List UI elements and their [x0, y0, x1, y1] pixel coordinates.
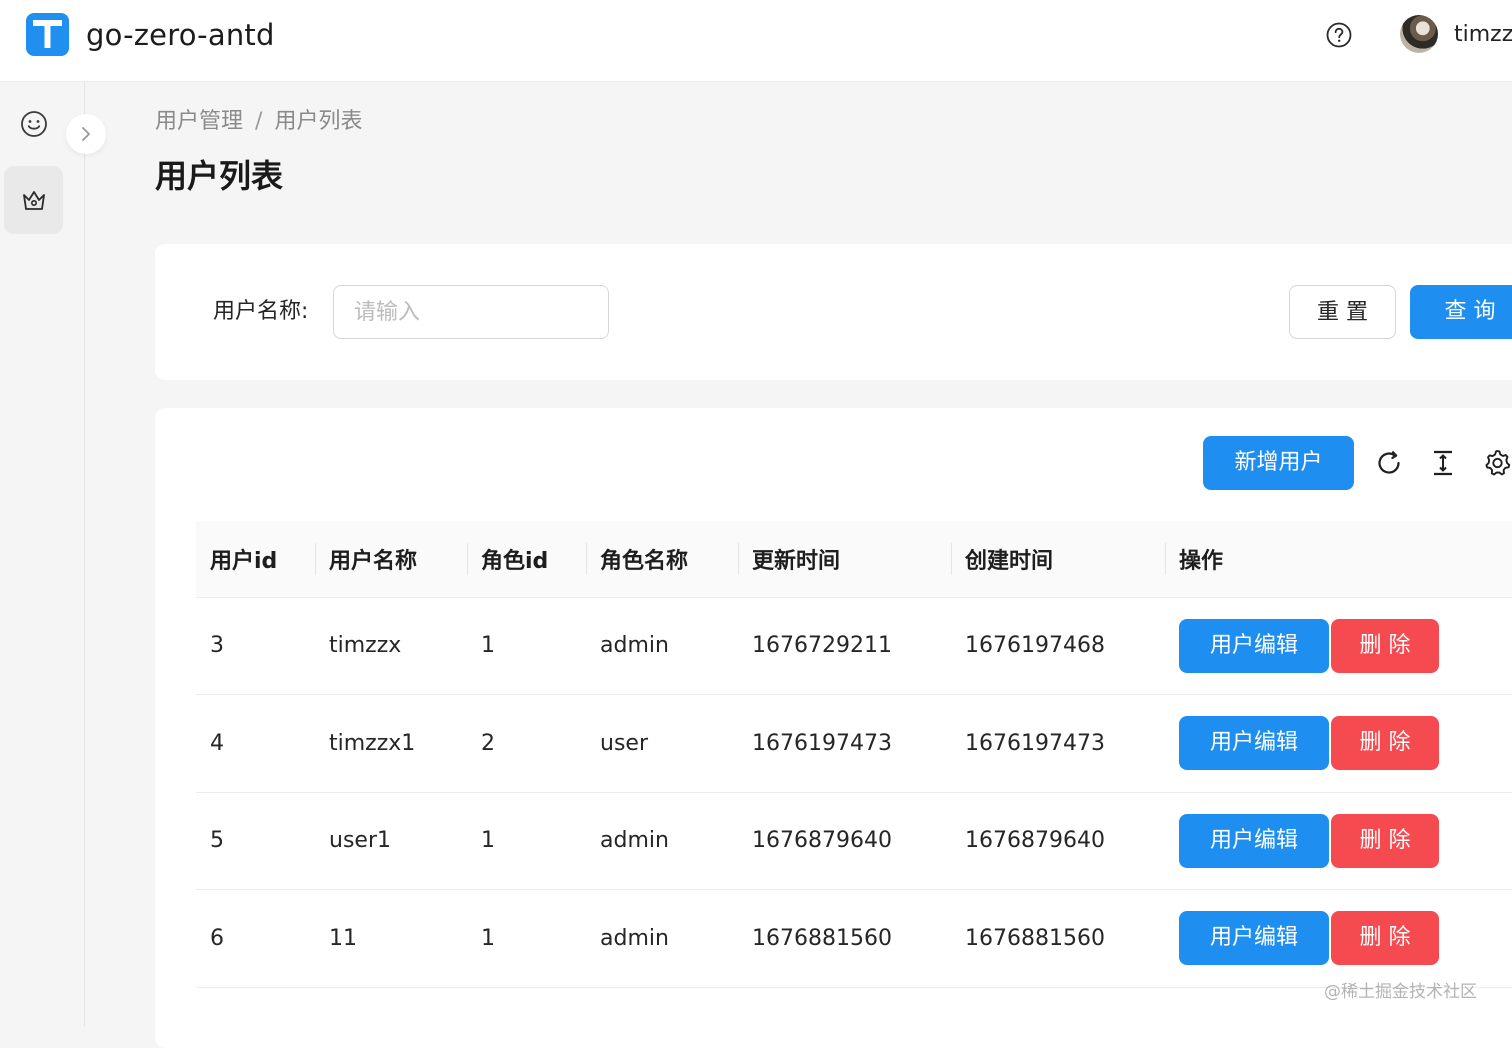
- user-avatar[interactable]: [1400, 15, 1438, 53]
- delete-user-button[interactable]: 删 除: [1331, 911, 1439, 966]
- app-logo[interactable]: T: [26, 13, 69, 56]
- column-header: 操作: [1165, 521, 1512, 598]
- cell-user-name: timzzx1: [315, 694, 467, 793]
- cell-user-id: 6: [196, 889, 315, 988]
- table-row: 5 user1 1 admin 1676879640 1676879640 用户…: [196, 792, 1512, 890]
- column-header[interactable]: 角色id: [467, 521, 586, 598]
- username-filter-input[interactable]: [333, 285, 609, 339]
- cell-actions: 用户编辑删 除: [1165, 889, 1512, 988]
- cell-role-name: admin: [586, 792, 738, 890]
- table-row: 3 timzzx 1 admin 1676729211 1676197468 用…: [196, 597, 1512, 695]
- smile-icon: [21, 111, 47, 137]
- cell-role-id: 2: [467, 694, 586, 793]
- breadcrumb-item-user-list: 用户列表: [274, 109, 363, 134]
- breadcrumb-separator: /: [255, 109, 263, 134]
- edit-user-button[interactable]: 用户编辑: [1179, 911, 1329, 966]
- cell-user-id: 4: [196, 694, 315, 793]
- cell-user-name: user1: [315, 792, 467, 890]
- cell-role-id: 1: [467, 597, 586, 695]
- cell-updated-time: 1676881560: [738, 889, 951, 988]
- cell-user-name: 11: [315, 889, 467, 988]
- delete-user-button[interactable]: 删 除: [1331, 716, 1439, 771]
- cell-updated-time: 1676879640: [738, 792, 951, 890]
- cell-role-name: admin: [586, 889, 738, 988]
- cell-user-id: 3: [196, 597, 315, 695]
- app-title[interactable]: go-zero-antd: [86, 16, 275, 54]
- sider-item-welcome[interactable]: [4, 90, 63, 158]
- cell-role-name: admin: [586, 597, 738, 695]
- user-table: 用户id 用户名称 角色id 角色名称 更新时间 创建时间 操作 3 timzz…: [196, 521, 1512, 988]
- reload-icon[interactable]: [1374, 448, 1404, 478]
- watermark: @稀土掘金技术社区: [1324, 982, 1477, 1002]
- query-button[interactable]: 查 询: [1410, 285, 1512, 339]
- cell-actions: 用户编辑删 除: [1165, 597, 1512, 695]
- cell-actions: 用户编辑删 除: [1165, 694, 1512, 793]
- sider-collapse-button[interactable]: [66, 114, 106, 154]
- sider-item-admin[interactable]: [4, 166, 63, 234]
- cell-actions: 用户编辑删 除: [1165, 792, 1512, 890]
- edit-user-button[interactable]: 用户编辑: [1179, 618, 1329, 673]
- table-header-row: 用户id 用户名称 角色id 角色名称 更新时间 创建时间 操作: [196, 521, 1512, 598]
- username-filter-label: 用户名称:: [213, 299, 309, 324]
- column-header[interactable]: 更新时间: [738, 521, 951, 598]
- cell-created-time: 1676197473: [951, 694, 1165, 793]
- crown-icon: [23, 191, 45, 210]
- reset-button[interactable]: 重 置: [1289, 285, 1396, 339]
- setting-icon[interactable]: [1482, 448, 1512, 478]
- cell-role-id: 1: [467, 889, 586, 988]
- table-row: 6 11 1 admin 1676881560 1676881560 用户编辑删…: [196, 889, 1512, 988]
- page-title: 用户列表: [155, 157, 284, 195]
- side-menu: [0, 82, 85, 1027]
- table-row: 4 timzzx1 2 user 1676197473 1676197473 用…: [196, 694, 1512, 793]
- cell-created-time: 1676879640: [951, 792, 1165, 890]
- breadcrumb: 用户管理 / 用户列表: [155, 107, 362, 137]
- edit-user-button[interactable]: 用户编辑: [1179, 813, 1329, 868]
- user-table-card: 新增用户 用户id 用户名称 角色id 角色名称 更新时间 创建时间 操作 3 …: [155, 408, 1512, 1048]
- column-header[interactable]: 创建时间: [951, 521, 1165, 598]
- column-header[interactable]: 角色名称: [586, 521, 738, 598]
- cell-updated-time: 1676729211: [738, 597, 951, 695]
- column-header[interactable]: 用户名称: [315, 521, 467, 598]
- cell-user-name: timzzx: [315, 597, 467, 695]
- logo-t-icon: T: [33, 20, 62, 48]
- delete-user-button[interactable]: 删 除: [1331, 813, 1439, 868]
- cell-created-time: 1676197468: [951, 597, 1165, 695]
- cell-user-id: 5: [196, 792, 315, 890]
- edit-user-button[interactable]: 用户编辑: [1179, 716, 1329, 771]
- cell-role-name: user: [586, 694, 738, 793]
- search-form-card: 用户名称: 重 置 查 询: [155, 244, 1512, 380]
- question-circle-icon[interactable]: [1325, 21, 1353, 49]
- chevron-right-icon: [82, 127, 90, 141]
- username[interactable]: timzzx: [1454, 20, 1512, 50]
- cell-created-time: 1676881560: [951, 889, 1165, 988]
- column-header[interactable]: 用户id: [196, 521, 315, 598]
- cell-updated-time: 1676197473: [738, 694, 951, 793]
- top-header: T go-zero-antd timzzx: [0, 0, 1512, 82]
- cell-role-id: 1: [467, 792, 586, 890]
- column-height-icon[interactable]: [1428, 448, 1458, 478]
- add-user-button[interactable]: 新增用户: [1203, 436, 1354, 490]
- delete-user-button[interactable]: 删 除: [1331, 618, 1439, 673]
- breadcrumb-item-user-manage[interactable]: 用户管理: [155, 109, 243, 134]
